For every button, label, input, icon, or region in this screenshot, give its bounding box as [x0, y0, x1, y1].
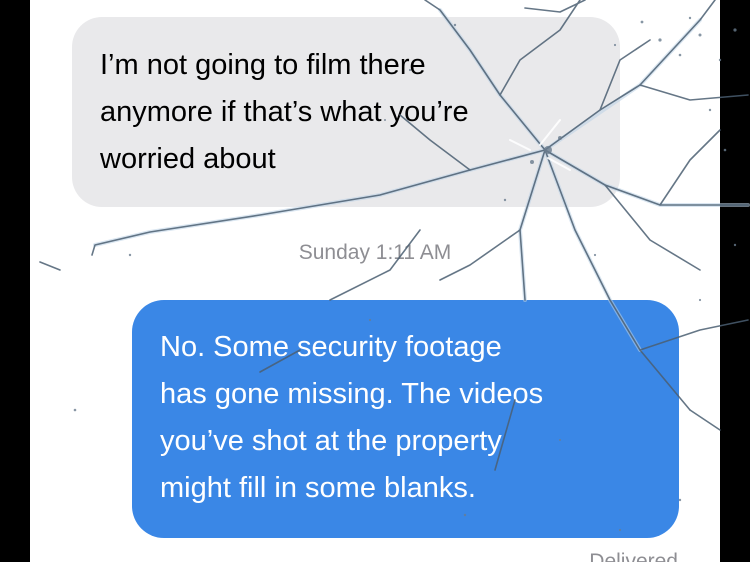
screen: I’m not going to film there anymore if t… [0, 0, 750, 562]
incoming-message-bubble[interactable]: I’m not going to film there anymore if t… [72, 17, 620, 207]
message-text-line: anymore if that’s what you’re [100, 96, 469, 128]
message-text-line: you’ve shot at the property [160, 425, 502, 457]
message-text-line: worried about [100, 143, 276, 175]
message-text-line: No. Some security footage [160, 331, 502, 363]
message-text-line: might fill in some blanks. [160, 472, 476, 504]
message-text-line: I’m not going to film there [100, 49, 426, 81]
message-timestamp: Sunday 1:11 AM [298, 241, 452, 264]
outgoing-message-bubble[interactable]: No. Some security footage has gone missi… [132, 300, 679, 538]
message-thread[interactable]: I’m not going to film there anymore if t… [30, 0, 720, 562]
delivery-status: Delivered [589, 550, 678, 562]
message-text-line: has gone missing. The videos [160, 378, 544, 410]
